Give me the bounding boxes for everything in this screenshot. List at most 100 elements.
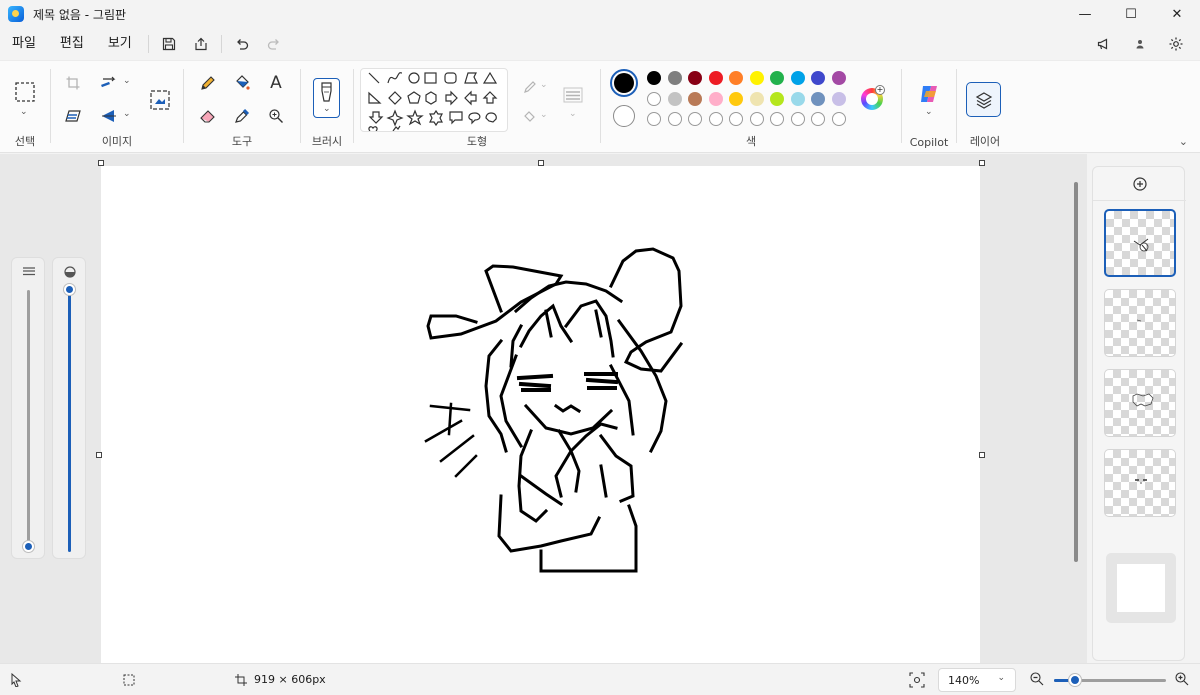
custom-color-swatch[interactable] bbox=[811, 112, 825, 126]
color-swatch[interactable] bbox=[770, 71, 784, 85]
color-swatch[interactable] bbox=[729, 71, 743, 85]
skew-tool[interactable] bbox=[59, 102, 87, 130]
primary-color-button[interactable] bbox=[610, 69, 638, 97]
layer-thumbnail[interactable] bbox=[1104, 449, 1176, 517]
color-swatch[interactable] bbox=[667, 91, 682, 106]
feedback-button[interactable] bbox=[1088, 30, 1120, 58]
canvas-resize-handle[interactable] bbox=[96, 452, 102, 458]
menu-edit[interactable]: 편집 bbox=[48, 28, 96, 60]
color-swatch[interactable] bbox=[790, 91, 805, 106]
chevron-down-icon[interactable]: ⌄ bbox=[540, 110, 548, 120]
custom-color-swatch[interactable] bbox=[790, 112, 805, 126]
layer-thumbnail[interactable] bbox=[1104, 369, 1176, 437]
fill-tool[interactable] bbox=[228, 69, 256, 97]
collapse-ribbon-chevron-icon[interactable]: ⌄ bbox=[1179, 135, 1188, 148]
chevron-down-icon[interactable]: ⌄ bbox=[925, 107, 933, 117]
group-brush: ⌄ 브러시 bbox=[301, 61, 353, 154]
color-swatch[interactable] bbox=[688, 71, 702, 85]
color-swatch[interactable] bbox=[811, 91, 825, 106]
color-swatch[interactable] bbox=[811, 71, 825, 85]
color-swatch[interactable] bbox=[749, 71, 764, 85]
undo-button[interactable] bbox=[226, 30, 258, 58]
resize-tool[interactable] bbox=[95, 69, 123, 97]
save-button[interactable] bbox=[153, 30, 185, 58]
color-swatch[interactable] bbox=[647, 91, 661, 106]
copilot-icon bbox=[921, 86, 937, 102]
share-button[interactable] bbox=[185, 30, 217, 58]
chevron-down-icon[interactable]: ⌄ bbox=[569, 109, 577, 119]
menu-view[interactable]: 보기 bbox=[96, 28, 144, 60]
chevron-down-icon[interactable]: ⌄ bbox=[20, 107, 28, 117]
brush-button[interactable]: ⌄ bbox=[313, 78, 340, 118]
image-adjust-tool[interactable] bbox=[145, 85, 175, 115]
background-layer-thumbnail[interactable] bbox=[1106, 553, 1176, 623]
secondary-color-button[interactable] bbox=[613, 105, 635, 127]
vertical-scrollbar[interactable] bbox=[1071, 160, 1081, 658]
magnifier-tool[interactable] bbox=[262, 102, 290, 130]
custom-color-swatch[interactable] bbox=[708, 112, 723, 126]
close-button[interactable]: ✕ bbox=[1154, 0, 1200, 28]
eraser-tool[interactable] bbox=[194, 102, 222, 130]
redo-button[interactable] bbox=[258, 30, 290, 58]
zoom-slider-thumb[interactable] bbox=[1069, 674, 1082, 686]
crop-tool[interactable] bbox=[59, 69, 87, 97]
canvas-size-icon bbox=[235, 674, 247, 686]
edit-colors-button[interactable]: + bbox=[861, 85, 885, 110]
color-swatch[interactable] bbox=[831, 71, 846, 85]
zoom-level-select[interactable]: 140% ⌄ bbox=[938, 668, 1016, 692]
shapes-gallery[interactable] bbox=[360, 68, 508, 132]
chevron-down-icon[interactable]: ⌄ bbox=[123, 109, 131, 119]
color-swatch[interactable] bbox=[708, 71, 723, 85]
copilot-button[interactable] bbox=[914, 79, 944, 109]
canvas-resize-handle[interactable] bbox=[979, 452, 985, 458]
settings-button[interactable] bbox=[1160, 30, 1192, 58]
layer-thumbnail[interactable] bbox=[1104, 209, 1176, 277]
account-button[interactable] bbox=[1124, 30, 1156, 58]
opacity-slider[interactable] bbox=[52, 257, 86, 559]
rotate-tool[interactable] bbox=[95, 102, 123, 130]
text-tool[interactable]: A bbox=[262, 69, 290, 97]
color-picker-tool[interactable] bbox=[228, 102, 256, 130]
color-swatch[interactable] bbox=[831, 91, 846, 106]
custom-color-swatch[interactable] bbox=[688, 112, 702, 126]
custom-color-swatch[interactable] bbox=[770, 112, 784, 126]
scrollbar-thumb[interactable] bbox=[1074, 182, 1078, 562]
color-swatch[interactable] bbox=[770, 91, 784, 106]
canvas-resize-handle[interactable] bbox=[979, 160, 985, 166]
opacity-slider-thumb[interactable] bbox=[64, 284, 75, 295]
custom-color-swatch[interactable] bbox=[729, 112, 743, 126]
color-swatch[interactable] bbox=[790, 71, 805, 85]
chevron-down-icon[interactable]: ⌄ bbox=[123, 76, 131, 86]
custom-color-swatch[interactable] bbox=[647, 112, 661, 126]
chevron-down-icon[interactable]: ⌄ bbox=[540, 80, 548, 90]
layer-thumbnail[interactable] bbox=[1104, 289, 1176, 357]
maximize-button[interactable]: ☐ bbox=[1108, 0, 1154, 28]
bangs-left-stroke bbox=[509, 309, 553, 368]
zoom-out-button[interactable] bbox=[1029, 671, 1045, 689]
color-swatch[interactable] bbox=[749, 91, 764, 106]
zoom-in-button[interactable] bbox=[1174, 671, 1190, 689]
size-slider-thumb[interactable] bbox=[23, 540, 34, 552]
canvas-resize-handle[interactable] bbox=[538, 160, 544, 166]
color-swatch[interactable] bbox=[667, 71, 682, 85]
group-select: ⌄ 선택 bbox=[0, 61, 50, 154]
drawing-canvas[interactable] bbox=[101, 166, 980, 663]
color-swatch[interactable] bbox=[729, 91, 743, 106]
stroke-size-tool[interactable] bbox=[558, 81, 588, 109]
minimize-button[interactable]: — bbox=[1062, 0, 1108, 28]
canvas-resize-handle[interactable] bbox=[98, 160, 104, 166]
custom-color-swatch[interactable] bbox=[831, 112, 846, 126]
menu-file[interactable]: 파일 bbox=[0, 28, 48, 60]
color-swatch[interactable] bbox=[708, 91, 723, 106]
select-tool[interactable] bbox=[10, 77, 40, 107]
brush-size-slider[interactable] bbox=[11, 257, 45, 559]
layers-button[interactable] bbox=[966, 82, 1001, 117]
color-swatch[interactable] bbox=[647, 71, 661, 85]
pencil-tool[interactable] bbox=[194, 69, 222, 97]
drawing-character bbox=[424, 247, 684, 573]
color-swatch[interactable] bbox=[688, 91, 702, 106]
custom-color-swatch[interactable] bbox=[667, 112, 682, 126]
fit-to-window-button[interactable] bbox=[908, 671, 926, 689]
add-layer-button[interactable] bbox=[1093, 167, 1186, 201]
custom-color-swatch[interactable] bbox=[749, 112, 764, 126]
